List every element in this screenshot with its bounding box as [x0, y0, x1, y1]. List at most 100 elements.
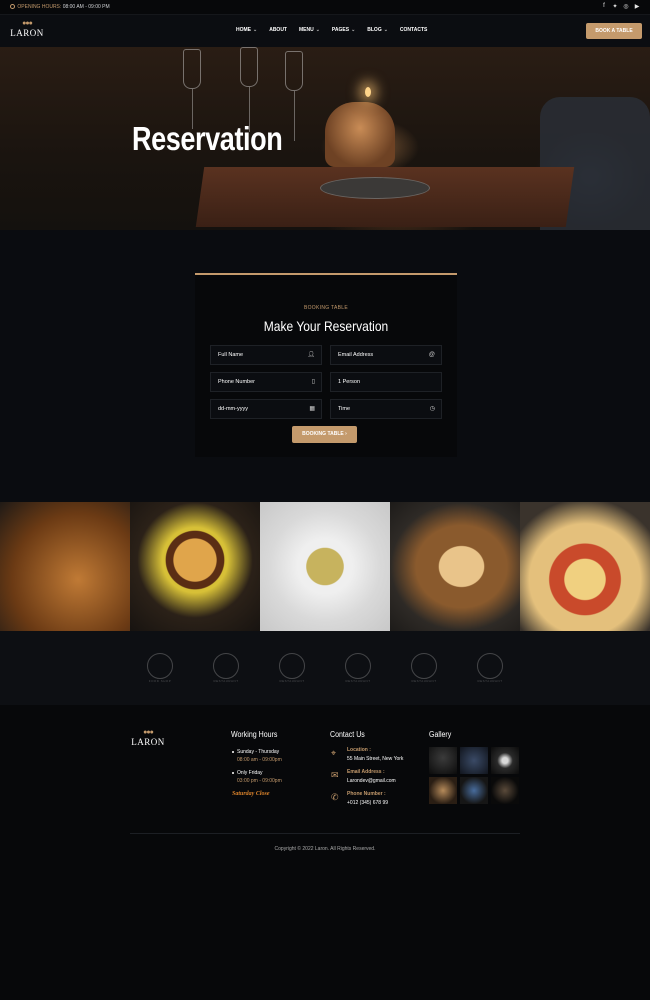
- phone-icon: ▯: [311, 379, 315, 385]
- gallery-thumbnail[interactable]: [460, 747, 488, 774]
- footer-logo-text: LARON: [131, 737, 165, 747]
- coffee-beans-icon: ●●●: [143, 729, 154, 736]
- contact-title: Contact Us: [330, 730, 365, 739]
- clock-icon: ◷: [429, 406, 435, 412]
- location-label: Location :: [347, 747, 371, 753]
- gallery-thumbnail[interactable]: [429, 777, 457, 804]
- brand-emblem: [213, 653, 239, 679]
- booking-table-label: BOOKING TABLE: [302, 431, 344, 437]
- logo-text: LARON: [10, 28, 44, 38]
- email-value[interactable]: Larondev@gmail.com: [347, 778, 403, 784]
- brand-logo: RESTAURANT: [404, 653, 444, 683]
- full-name-field[interactable]: Full Name 👤︎: [210, 345, 322, 365]
- brand-emblem: [411, 653, 437, 679]
- main-nav: HOME ⌄ ABOUT MENU ⌄ PAGES ⌄ BLOG ⌄ CONTACTS: [236, 27, 427, 33]
- phone-field[interactable]: Phone Number ▯: [210, 372, 322, 392]
- working-day: Only Friday: [232, 770, 282, 776]
- sandwich-image[interactable]: [390, 502, 520, 631]
- footer-logo[interactable]: ●●● LARON: [131, 729, 165, 747]
- brand-logo: FOOD SHOP: [140, 653, 180, 683]
- gallery-thumbnail[interactable]: [491, 777, 519, 804]
- working-time: 03:00 pm - 09:00pm: [237, 778, 282, 784]
- brand-emblem: [279, 653, 305, 679]
- time-field[interactable]: Time ◷: [330, 399, 442, 419]
- nav-label: PAGES: [331, 27, 350, 33]
- wine-glass: [183, 49, 201, 89]
- reservation-subtitle: BOOKING TABLE: [303, 305, 348, 311]
- brand-emblem: [147, 653, 173, 679]
- full-name-placeholder: Full Name: [218, 352, 244, 358]
- brand-name: RESTAURANT: [477, 679, 503, 683]
- candle-holder: [325, 102, 395, 167]
- pizza-image[interactable]: [520, 502, 650, 631]
- wine-glass: [240, 47, 258, 87]
- burger-image[interactable]: [130, 502, 260, 631]
- gallery-thumbnail[interactable]: [429, 747, 457, 774]
- nav-item-about[interactable]: ABOUT: [269, 27, 287, 33]
- nav-item-blog[interactable]: BLOG ⌄: [367, 27, 388, 33]
- coffee-beans-icon: ●●●: [22, 20, 33, 27]
- clock-icon: [10, 4, 15, 9]
- glass-stem: [294, 91, 295, 141]
- pasta-image[interactable]: [260, 502, 390, 631]
- youtube-icon[interactable]: ▶: [634, 3, 640, 10]
- email-label: Email Address :: [347, 769, 385, 775]
- envelope-icon: ✉: [331, 770, 339, 780]
- working-day: Sunday - Thursday: [232, 749, 282, 755]
- gallery-thumbnail[interactable]: [460, 777, 488, 804]
- top-bar: OPENING HOURS: 08:00 AM - 09:00 PM f ✦ ◎…: [0, 0, 650, 15]
- chevron-right-icon: ›: [345, 431, 347, 437]
- chevron-down-icon: ⌄: [351, 27, 356, 33]
- brand-name: RESTAURANT: [411, 679, 437, 683]
- location-pin-icon: ⌖: [331, 748, 337, 758]
- nav-label: HOME: [236, 27, 251, 33]
- working-time: 08:00 am - 09:00pm: [237, 757, 282, 763]
- social-links: f ✦ ◎ ▶: [601, 3, 640, 10]
- twitter-icon[interactable]: ✦: [612, 3, 618, 10]
- phone-icon: ✆: [331, 792, 339, 802]
- date-field[interactable]: dd-mm-yyyy ▦: [210, 399, 322, 419]
- brand-name: RESTAURANT: [213, 679, 239, 683]
- phone-value[interactable]: +012 (345) 678 99: [347, 800, 403, 806]
- chevron-down-icon: ⌄: [383, 27, 388, 33]
- book-a-table-button[interactable]: BOOK A TABLE: [586, 23, 642, 39]
- opening-hours-value: 08:00 AM - 09:00 PM: [62, 4, 110, 10]
- gallery-title: Gallery: [429, 730, 452, 739]
- brand-logos: FOOD SHOP RESTAURANT RESTAURANT RESTAURA…: [0, 631, 650, 705]
- footer-gallery: [429, 747, 519, 804]
- site-footer: ●●● LARON Working Hours Sunday - Thursda…: [0, 705, 650, 1000]
- user-icon: 👤︎: [307, 352, 315, 358]
- chevron-down-icon: ⌄: [253, 27, 258, 33]
- fried-chicken-image[interactable]: [0, 502, 130, 631]
- nav-item-pages[interactable]: PAGES ⌄: [332, 27, 355, 33]
- nav-label: BLOG: [367, 27, 382, 33]
- email-placeholder: Email Address: [338, 352, 374, 358]
- phone-label: Phone Number :: [347, 791, 386, 797]
- email-field[interactable]: Email Address @: [330, 345, 442, 365]
- wine-glass: [285, 51, 303, 91]
- facebook-icon[interactable]: f: [601, 3, 607, 10]
- phone-placeholder: Phone Number: [218, 379, 255, 385]
- brand-logo: RESTAURANT: [206, 653, 246, 683]
- hero-banner: Reservation: [0, 47, 650, 230]
- working-hours-list: Sunday - Thursday 08:00 am - 09:00pm Onl…: [232, 749, 282, 797]
- candle-flame: [365, 87, 371, 97]
- contact-list: ⌖ Location : 55 Main Street, New York ✉ …: [331, 747, 403, 813]
- instagram-icon[interactable]: ◎: [623, 3, 629, 10]
- nav-item-home[interactable]: HOME ⌄: [236, 27, 257, 33]
- date-placeholder: dd-mm-yyyy: [218, 406, 248, 412]
- nav-label: MENU: [298, 27, 314, 33]
- gallery-thumbnail[interactable]: [491, 747, 519, 774]
- site-logo[interactable]: ●●● LARON: [10, 20, 44, 44]
- plate: [320, 177, 430, 199]
- contact-location: ⌖ Location : 55 Main Street, New York: [331, 747, 403, 769]
- booking-table-button[interactable]: BOOKING TABLE ›: [292, 426, 357, 443]
- persons-select[interactable]: 1 Person: [330, 372, 442, 392]
- nav-item-menu[interactable]: MENU ⌄: [299, 27, 320, 33]
- nav-label: CONTACTS: [399, 27, 428, 33]
- brand-name: RESTAURANT: [279, 679, 305, 683]
- nav-item-contacts[interactable]: CONTACTS: [400, 27, 427, 33]
- brand-emblem: [477, 653, 503, 679]
- opening-hours-label: OPENING HOURS:: [17, 4, 62, 10]
- working-hours-title: Working Hours: [231, 730, 278, 739]
